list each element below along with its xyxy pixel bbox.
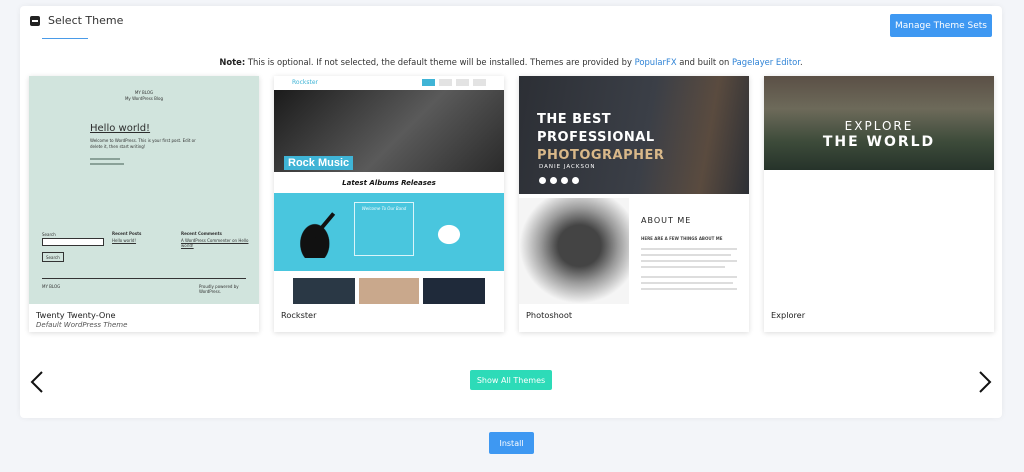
theme-name: Photoshoot <box>526 310 573 320</box>
preview-photographer-name: DANIE JACKSON <box>539 164 596 170</box>
preview-text-line <box>641 276 737 278</box>
theme-preview[interactable]: MY BLOG My WordPress Blog Hello world! W… <box>29 76 259 304</box>
preview-text-line <box>641 248 737 250</box>
theme-card-rockster[interactable]: Rockster Rock Music Latest Albums Releas… <box>274 76 504 332</box>
preview-text-line <box>90 163 124 165</box>
header-underline <box>42 38 88 39</box>
section-title: Select Theme <box>48 14 124 27</box>
theme-card-twenty-twenty-one[interactable]: MY BLOG My WordPress Blog Hello world! W… <box>29 76 259 332</box>
theme-preview[interactable]: THE BEST PROFESSIONAL PHOTOGRAPHER DANIE… <box>519 76 749 304</box>
preview-headline-line: THE WORLD <box>822 134 936 150</box>
theme-subtitle: Default WordPress Theme <box>36 321 128 329</box>
preview-text-line <box>641 282 733 284</box>
collapse-icon[interactable] <box>30 15 40 26</box>
theme-card-photoshoot[interactable]: THE BEST PROFESSIONAL PHOTOGRAPHER DANIE… <box>519 76 749 332</box>
theme-name: Rockster <box>281 310 317 320</box>
preview-about-title: ABOUT ME <box>641 216 692 225</box>
preview-text-line <box>641 260 737 262</box>
preview-text-line <box>641 254 731 256</box>
preview-nav <box>422 79 486 86</box>
theme-preview[interactable]: Rockster Rock Music Latest Albums Releas… <box>274 76 504 304</box>
theme-name: Twenty Twenty-One <box>36 310 116 320</box>
preview-headline-line: PHOTOGRAPHER <box>537 148 665 163</box>
preview-recent-post-item: Hello world! <box>112 238 137 243</box>
preview-text-line <box>90 158 120 160</box>
preview-image <box>359 278 419 304</box>
preview-portrait <box>519 198 629 304</box>
select-theme-panel: Select Theme Manage Theme Sets Note: Thi… <box>20 6 1002 418</box>
drum-icon <box>430 218 468 248</box>
chevron-left-icon <box>30 371 43 393</box>
preview-social-icons <box>539 177 579 184</box>
preview-divider <box>42 278 246 279</box>
note-label: Note: <box>219 57 246 67</box>
preview-hero-label: Rock Music <box>284 156 354 170</box>
note-text-part: and built on <box>676 57 732 67</box>
preview-footer-left: MY BLOG <box>42 284 61 289</box>
preview-search-button: Search <box>42 252 64 262</box>
preview-headline: THE BEST PROFESSIONAL PHOTOGRAPHER <box>537 111 664 165</box>
popularfx-link[interactable]: PopularFX <box>635 57 677 67</box>
preview-search-button-label: Search <box>46 255 60 260</box>
preview-section-title: Latest Albums Releases <box>342 179 436 187</box>
preview-text-line <box>641 288 737 290</box>
carousel-prev-button[interactable] <box>26 370 48 394</box>
preview-welcome-text: Welcome To Our Band <box>361 206 407 211</box>
preview-recent-comment-item: A WordPress Commenter on Hello world! <box>181 238 249 248</box>
pagelayer-link[interactable]: Pagelayer Editor <box>732 57 800 67</box>
install-button[interactable]: Install <box>489 432 534 454</box>
section-header[interactable]: Select Theme <box>30 14 123 27</box>
preview-search-label: Search <box>42 232 56 237</box>
preview-welcome-box: Welcome To Our Band <box>354 202 414 256</box>
preview-site-title: MY BLOG <box>134 90 154 95</box>
preview-footer-right: Proudly powered by WordPress. <box>199 284 239 294</box>
preview-search-input <box>42 238 104 246</box>
show-all-themes-button[interactable]: Show All Themes <box>470 370 552 390</box>
preview-text-line <box>641 266 725 268</box>
manage-theme-sets-button[interactable]: Manage Theme Sets <box>890 14 992 37</box>
preview-post-title: Hello world! <box>90 123 151 134</box>
preview-image <box>293 278 355 304</box>
preview-headline-line: THE BEST <box>537 112 612 127</box>
note-text-part: This is optional. If not selected, the d… <box>245 57 635 67</box>
preview-brand: Rockster <box>292 79 318 86</box>
carousel-next-button[interactable] <box>974 370 996 394</box>
preview-tagline: My WordPress Blog <box>124 96 163 101</box>
chevron-right-icon <box>979 371 992 393</box>
preview-about-subtitle: HERE ARE A FEW THINGS ABOUT ME <box>641 236 723 241</box>
preview-image <box>423 278 485 304</box>
preview-post-text: Welcome to WordPress. This is your first… <box>90 138 196 149</box>
note-text: Note: This is optional. If not selected,… <box>20 57 1002 67</box>
theme-card-explorer[interactable]: EXPLORE THE WORLD Explorer <box>764 76 994 332</box>
preview-recent-comments: Recent Comments <box>181 231 222 236</box>
theme-preview[interactable]: EXPLORE THE WORLD <box>764 76 994 304</box>
theme-name: Explorer <box>771 310 806 320</box>
preview-headline-line: EXPLORE <box>844 119 914 133</box>
preview-recent-posts: Recent Posts <box>112 231 142 236</box>
preview-headline-line: PROFESSIONAL <box>537 130 655 145</box>
note-text-part: . <box>799 57 803 67</box>
